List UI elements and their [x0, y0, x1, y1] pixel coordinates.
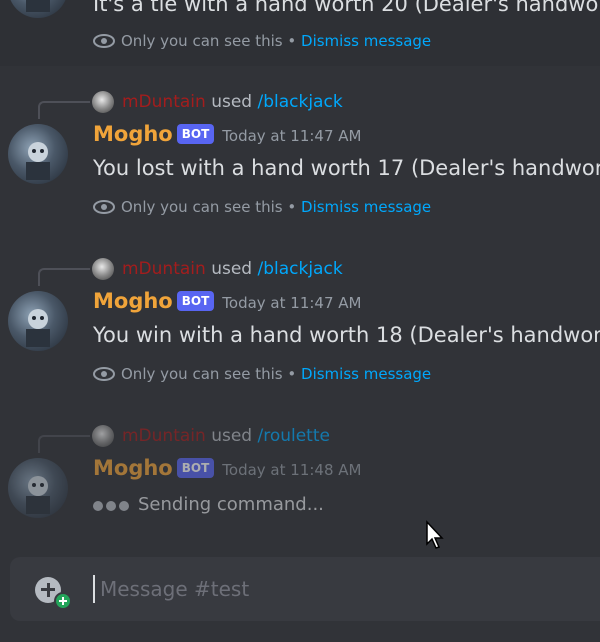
eye-icon [93, 34, 115, 48]
author-name[interactable]: Mogho [93, 456, 173, 480]
reply-used: used [211, 92, 253, 112]
message-input[interactable] [98, 571, 582, 607]
slash-command[interactable]: /blackjack [257, 92, 342, 112]
ephemeral-text: Only you can see this [121, 32, 283, 50]
message-header: Mogho BOT Today at 11:47 AM [93, 289, 361, 319]
ephemeral-note: Only you can see this • Dismiss message [93, 196, 431, 218]
message-content: You win with a hand worth 18 (Dealer's h… [93, 323, 600, 347]
dismiss-message-link[interactable]: Dismiss message [301, 32, 431, 50]
reply-used: used [211, 259, 253, 279]
user-avatar-small [92, 258, 114, 280]
message: It's a tie with a hand worth 20 (Dealer'… [0, 0, 600, 66]
author-name[interactable]: Mogho [93, 122, 173, 146]
eye-icon [93, 367, 115, 381]
bot-avatar[interactable] [8, 0, 68, 18]
user-avatar-small [92, 91, 114, 113]
bot-badge: BOT [176, 291, 215, 311]
ephemeral-text: Only you can see this [121, 365, 283, 383]
dismiss-message-link[interactable]: Dismiss message [301, 365, 431, 383]
reply-username[interactable]: mDuntain [122, 92, 206, 112]
ephemeral-note: Only you can see this • Dismiss message [93, 30, 431, 52]
pending-message: mDuntain used /roulette Mogho BOT Today at… [0, 422, 600, 532]
eye-icon [93, 200, 115, 214]
bot-avatar[interactable] [8, 291, 68, 351]
reply-spine [38, 268, 90, 286]
reply-reference[interactable]: mDuntain used /roulette [38, 424, 598, 453]
loading-dots-icon [93, 495, 132, 516]
sending-status: Sending command... [93, 494, 324, 516]
message-header: Mogho BOT Today at 11:48 AM [93, 456, 361, 486]
bot-avatar[interactable] [8, 124, 68, 184]
timestamp[interactable]: Today at 11:47 AM [222, 294, 361, 312]
reply-reference[interactable]: mDuntain used /blackjack [38, 257, 598, 286]
bot-avatar[interactable] [8, 458, 68, 518]
reply-spine [38, 435, 90, 453]
separator: • [287, 365, 297, 383]
reply-username[interactable]: mDuntain [122, 426, 206, 446]
dismiss-message-link[interactable]: Dismiss message [301, 198, 431, 216]
message-content: You lost with a hand worth 17 (Dealer's … [93, 156, 600, 180]
plus-circle-icon [54, 592, 72, 610]
timestamp[interactable]: Today at 11:48 AM [222, 461, 361, 479]
mouse-pointer-icon [426, 520, 444, 549]
reply-used: used [211, 426, 253, 446]
message: mDuntain used /blackjack Mogho BOT Today a… [0, 255, 600, 395]
message-header: Mogho BOT Today at 11:47 AM [93, 122, 361, 152]
sending-text: Sending command... [138, 494, 324, 515]
message: mDuntain used /blackjack Mogho BOT Today a… [0, 88, 600, 228]
reply-spine [38, 101, 90, 119]
message-content: It's a tie with a hand worth 20 (Dealer'… [93, 0, 600, 16]
slash-command[interactable]: /blackjack [257, 259, 342, 279]
user-avatar-small [92, 425, 114, 447]
separator: • [287, 32, 297, 50]
ephemeral-text: Only you can see this [121, 198, 283, 216]
bot-badge: BOT [176, 124, 215, 144]
separator: • [287, 198, 297, 216]
text-caret [93, 575, 95, 603]
ephemeral-note: Only you can see this • Dismiss message [93, 363, 431, 385]
timestamp[interactable]: Today at 11:47 AM [222, 127, 361, 145]
author-name[interactable]: Mogho [93, 289, 173, 313]
slash-command[interactable]: /roulette [257, 426, 330, 446]
reply-username[interactable]: mDuntain [122, 259, 206, 279]
message-composer [10, 557, 600, 621]
reply-reference[interactable]: mDuntain used /blackjack [38, 90, 598, 119]
bot-badge: BOT [176, 458, 215, 478]
